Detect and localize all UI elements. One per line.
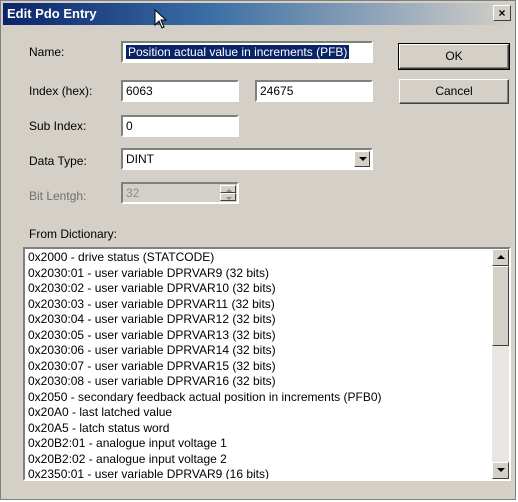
scroll-down-button[interactable]: [492, 462, 509, 479]
list-item[interactable]: 0x2030:02 - user variable DPRVAR10 (32 b…: [28, 281, 489, 297]
list-item[interactable]: 0x2050 - secondary feedback actual posit…: [28, 390, 489, 406]
datatype-dropdown-button[interactable]: [354, 151, 370, 167]
name-value: Position actual value in increments (PFB…: [126, 45, 350, 59]
datatype-label: Data Type:: [29, 154, 87, 168]
subindex-input[interactable]: 0: [121, 115, 239, 137]
list-item[interactable]: 0x2000 - drive status (STATCODE): [28, 250, 489, 266]
spin-down-icon: [226, 197, 232, 200]
name-input[interactable]: Position actual value in increments (PFB…: [121, 41, 373, 63]
dictionary-label: From Dictionary:: [29, 227, 118, 241]
list-item[interactable]: 0x2030:05 - user variable DPRVAR13 (32 b…: [28, 328, 489, 344]
index-decimal-input[interactable]: 24675: [255, 80, 373, 102]
window-title: Edit Pdo Entry: [7, 6, 97, 21]
list-item[interactable]: 0x2030:04 - user variable DPRVAR12 (32 b…: [28, 312, 489, 328]
bitlength-value: 32: [126, 186, 140, 200]
list-item[interactable]: 0x2030:01 - user variable DPRVAR9 (32 bi…: [28, 266, 489, 282]
index-label: Index (hex):: [29, 84, 93, 98]
mouse-pointer-icon: [154, 9, 168, 29]
subindex-label: Sub Index:: [29, 119, 87, 133]
list-item[interactable]: 0x20B2:01 - analogue input voltage 1: [28, 436, 489, 452]
list-item[interactable]: 0x20A0 - last latched value: [28, 405, 489, 421]
list-item[interactable]: 0x2030:07 - user variable DPRVAR15 (32 b…: [28, 359, 489, 375]
cancel-button[interactable]: Cancel: [399, 79, 509, 104]
spin-down-button: [220, 193, 236, 201]
dictionary-items: 0x2000 - drive status (STATCODE) 0x2030:0…: [28, 250, 489, 479]
spin-up-button: [220, 185, 236, 193]
name-label: Name:: [29, 45, 65, 59]
list-item[interactable]: 0x2030:06 - user variable DPRVAR14 (32 b…: [28, 343, 489, 359]
dictionary-list[interactable]: 0x2000 - drive status (STATCODE) 0x2030:0…: [23, 247, 511, 481]
scroll-thumb[interactable]: [492, 266, 509, 346]
close-icon: ×: [498, 6, 506, 20]
scroll-down-icon: [497, 468, 505, 472]
ok-button[interactable]: OK: [398, 43, 510, 70]
datatype-value: DINT: [126, 152, 154, 166]
index-input[interactable]: 6063: [121, 80, 239, 102]
scroll-up-button[interactable]: [492, 249, 509, 266]
list-item[interactable]: 0x20B2:02 - analogue input voltage 2: [28, 452, 489, 468]
vertical-scrollbar[interactable]: [492, 249, 509, 479]
list-item[interactable]: 0x2030:03 - user variable DPRVAR11 (32 b…: [28, 297, 489, 313]
title-bar[interactable]: Edit Pdo Entry ×: [3, 3, 513, 25]
chevron-down-icon: [359, 157, 367, 161]
close-button[interactable]: ×: [493, 5, 511, 21]
list-item[interactable]: 0x20A5 - latch status word: [28, 421, 489, 437]
datatype-select[interactable]: DINT: [121, 148, 373, 170]
edit-pdo-entry-dialog: Edit Pdo Entry × Name: Position actual v…: [0, 0, 516, 500]
bitlength-label: Bit Lentgh:: [29, 189, 87, 203]
bitlength-input: 32: [121, 182, 239, 204]
list-item[interactable]: 0x2030:08 - user variable DPRVAR16 (32 b…: [28, 374, 489, 390]
scroll-up-icon: [497, 255, 505, 259]
list-item[interactable]: 0x2350:01 - user variable DPRVAR9 (16 bi…: [28, 467, 489, 479]
spin-up-icon: [226, 189, 232, 192]
